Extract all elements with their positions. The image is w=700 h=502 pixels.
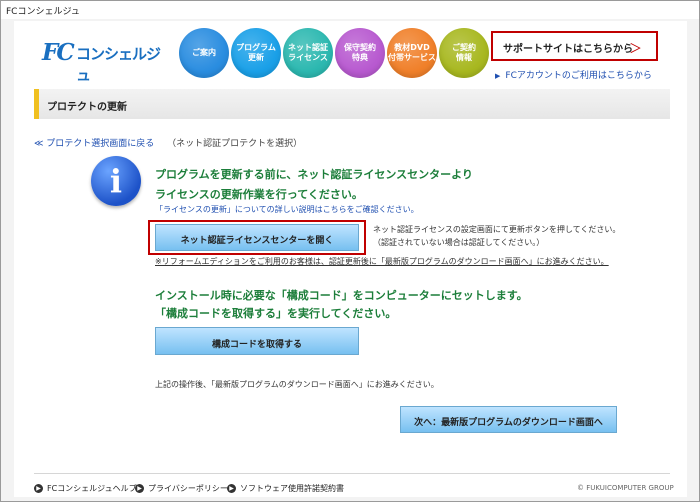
nav-program-update-button[interactable]: プログラム 更新 [231,28,281,78]
footer-help-link[interactable]: ▶ FCコンシェルジュヘルプ [34,483,137,494]
after-operation-text: 上記の操作後、「最新版プログラムのダウンロード画面へ」にお進みください。 [155,380,439,389]
logo-name: コンシェルジュ [76,45,161,84]
copyright: © FUKUICOMPUTER GROUP [577,484,674,492]
arrow-right-icon: ▶ [227,484,236,493]
section-title: プロテクトの更新 [34,89,670,119]
nav-guide-button[interactable]: ご案内 [179,28,229,78]
license-detail-link[interactable]: 「ライセンスの更新」についての詳しい説明はこちらをご確認ください。 [155,204,419,215]
arrow-right-icon: ▶ [135,484,144,493]
fc-account-link[interactable]: ▶ FCアカウントのご利用はこちらから [495,68,652,81]
config-line-2: 「構成コードを取得する」を実行してください。 [155,307,397,320]
footer-divider [34,473,670,474]
license-note-2: （認証されていない場合は認証してください。） [373,238,545,247]
open-license-center-button[interactable]: ネット認証ライセンスセンターを開く [155,224,359,251]
back-to-protect-select-link[interactable]: ≪ プロテクト選択画面に戻る [34,139,154,149]
arrow-right-icon: ▶ [34,484,43,493]
chevron-right-icon: ＞ [628,42,642,57]
footer-privacy-link[interactable]: ▶ プライバシーポリシー [135,483,228,494]
support-site-button[interactable]: サポートサイトはこちらから ＞ [491,31,658,61]
config-line-1: インストール時に必要な「構成コード」をコンピューターにセットします。 [155,289,528,302]
support-site-label: サポートサイトはこちらから [503,44,633,55]
app-window: FCコンシェルジュ FC コンシェルジュ ご案内 プログラム 更新 ネット認証 … [0,0,700,502]
back-row: ≪ プロテクト選択画面に戻る （ネット認証プロテクトを選択） [34,136,302,149]
info-icon: i [91,156,141,206]
window-title: FCコンシェルジュ [1,1,699,19]
nav-net-license-button[interactable]: ネット認証 ライセンス [283,28,333,78]
nav-maintenance-button[interactable]: 保守契約 特典 [335,28,385,78]
logo-fc: FC [42,39,75,66]
reform-edition-link[interactable]: ※リフォームエディションをご利用のお客様は、認証更新後に「最新版プログラムのダウ… [155,256,609,267]
next-download-button[interactable]: 次へ：最新版プログラムのダウンロード画面へ [400,406,617,433]
triangle-right-icon: ▶ [495,72,501,80]
logo: FC コンシェルジュ [42,39,170,84]
info-line-2: ライセンスの更新作業を行ってください。 [155,188,363,201]
back-note: （ネット認証プロテクトを選択） [167,139,303,149]
main-content: FC コンシェルジュ ご案内 プログラム 更新 ネット認証 ライセンス 保守契約… [14,21,687,497]
info-line-1: プログラムを更新する前に、ネット認証ライセンスセンターより [155,168,473,181]
nav-dvd-service-button[interactable]: 教材DVD 付帯サービス [387,28,437,78]
license-note-1: ネット認証ライセンスの設定画面にて更新ボタンを押してください。 [373,225,621,234]
get-config-code-button[interactable]: 構成コードを取得する [155,327,359,355]
footer-license-agreement-link[interactable]: ▶ ソフトウェア使用許諾契約書 [227,483,344,494]
nav-contract-info-button[interactable]: ご契約 情報 [439,28,489,78]
